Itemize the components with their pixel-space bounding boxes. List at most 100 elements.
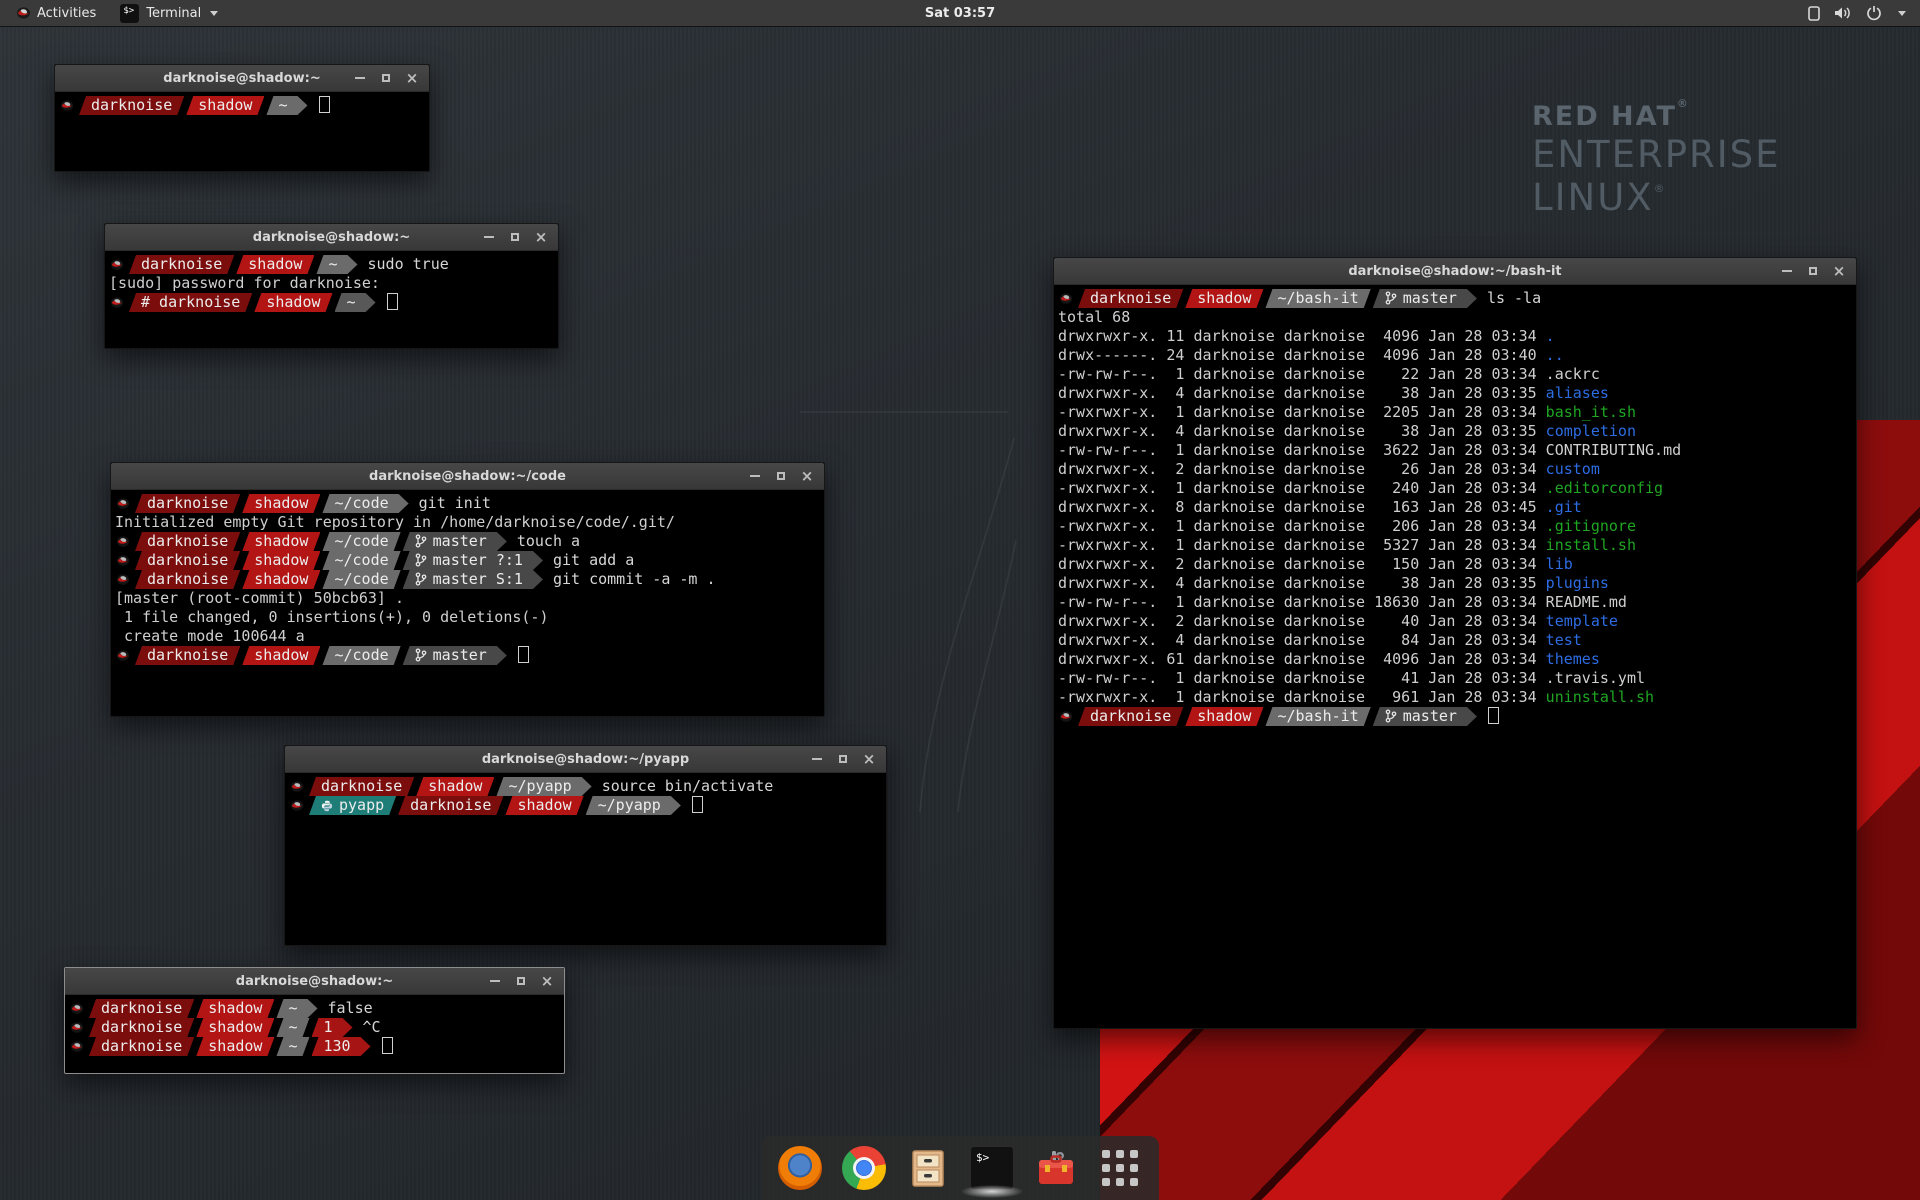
chrome-icon[interactable] (842, 1146, 886, 1190)
prompt-segment: shadow (242, 570, 320, 589)
dock: $> (761, 1136, 1159, 1200)
activities-label: Activities (37, 6, 96, 21)
terminal-output-line: -rwxrwxr-x. 1 darknoise darknoise 206 Ja… (1058, 517, 1856, 536)
terminal-output-line: drwxrwxr-x. 2 darknoise darknoise 40 Jan… (1058, 612, 1856, 631)
filename: .. (1546, 346, 1564, 364)
terminal-prompt-line: darknoiseshadow~/codegit init (115, 494, 824, 513)
command-text: source bin/activate (602, 777, 774, 795)
terminal-content[interactable]: darknoiseshadow~ (55, 92, 429, 115)
terminal-prompt-line: darknoiseshadow~/codemaster (115, 646, 824, 665)
close-button[interactable]: × (858, 749, 880, 769)
titlebar[interactable]: darknoise@shadow:~ × (65, 968, 564, 995)
terminal-content[interactable]: darknoiseshadow~sudo true[sudo] password… (105, 251, 558, 312)
prompt-segment: # darknoise (129, 293, 252, 312)
firefox-icon[interactable] (778, 1146, 822, 1190)
prompt-segment: shadow (1185, 289, 1263, 308)
minimize-button[interactable] (349, 68, 371, 88)
prompt-segment: ~/pyapp (496, 777, 591, 796)
prompt-segment: darknoise (135, 646, 240, 665)
close-button[interactable]: × (1828, 261, 1850, 281)
git-branch-icon (415, 648, 428, 667)
prompt-segment: shadow (416, 777, 494, 796)
running-indicator (961, 1185, 1023, 1198)
terminal-prompt-line: pyappdarknoiseshadow~/pyapp (289, 796, 886, 815)
prompt-segment: darknoise (89, 999, 194, 1018)
power-icon (1866, 5, 1882, 21)
minimize-button[interactable] (1776, 261, 1798, 281)
terminal-cursor (319, 96, 330, 113)
terminal-window-bash-it: darknoise@shadow:~/bash-it × darknoisesh… (1053, 257, 1857, 1029)
toolbox-icon[interactable] (1034, 1146, 1078, 1190)
prompt-segment: shadow (196, 999, 274, 1018)
prompt-segment: ~ (276, 1037, 309, 1056)
titlebar[interactable]: darknoise@shadow:~ × (55, 65, 429, 92)
prompt-segment: ~/code (322, 646, 400, 665)
prompt-segment: ~/bash-it (1265, 289, 1370, 308)
close-button[interactable]: × (536, 971, 558, 991)
terminal-window-code: darknoise@shadow:~/code × darknoiseshado… (110, 462, 825, 717)
titlebar[interactable]: darknoise@shadow:~/bash-it × (1054, 258, 1856, 285)
redhat-prompt-icon (60, 98, 75, 117)
terminal-output-line: -rw-rw-r--. 1 darknoise darknoise 18630 … (1058, 593, 1856, 612)
activities-button[interactable]: Activities (10, 0, 102, 26)
git-branch-icon (415, 572, 428, 591)
python-icon (321, 798, 334, 817)
close-button[interactable]: × (401, 68, 423, 88)
minimize-button[interactable] (744, 466, 766, 486)
minimize-button[interactable] (484, 971, 506, 991)
clock[interactable]: Sat 03:57 (0, 6, 1920, 21)
chevron-down-icon (210, 11, 218, 16)
terminal-cursor (692, 796, 703, 813)
prompt-segment: ~/code (322, 494, 408, 513)
titlebar[interactable]: darknoise@shadow:~/pyapp × (285, 746, 886, 773)
minimize-button[interactable] (806, 749, 828, 769)
terminal-output-line: -rw-rw-r--. 1 darknoise darknoise 3622 J… (1058, 441, 1856, 460)
window-title: darknoise@shadow:~/bash-it (1054, 264, 1856, 279)
prompt-segment: darknoise (129, 255, 234, 274)
filename: aliases (1546, 384, 1609, 402)
terminal-output-line: drwx------. 24 darknoise darknoise 4096 … (1058, 346, 1856, 365)
git-branch-icon (1385, 709, 1398, 728)
terminal-dock-icon[interactable]: $> (970, 1146, 1014, 1190)
redhat-prompt-icon (70, 1039, 85, 1058)
app-grid-icon[interactable] (1098, 1146, 1142, 1190)
minimize-button[interactable] (478, 227, 500, 247)
prompt-segment: shadow (1185, 707, 1263, 726)
terminal-output-line: -rw-rw-r--. 1 darknoise darknoise 22 Jan… (1058, 365, 1856, 384)
titlebar[interactable]: darknoise@shadow:~ × (105, 224, 558, 251)
system-status-area[interactable] (1808, 5, 1920, 21)
maximize-button[interactable] (510, 971, 532, 991)
file-manager-icon[interactable] (906, 1146, 950, 1190)
close-button[interactable]: × (530, 227, 552, 247)
prompt-segment: ~ (276, 999, 317, 1018)
redhat-prompt-icon (116, 648, 131, 667)
terminal-output-line: drwxrwxr-x. 4 darknoise darknoise 84 Jan… (1058, 631, 1856, 650)
prompt-segment: ~/bash-it (1265, 707, 1370, 726)
maximize-button[interactable] (1802, 261, 1824, 281)
top-bar: Activities $> Terminal Sat 03:57 (0, 0, 1920, 26)
close-button[interactable]: × (796, 466, 818, 486)
window-title: darknoise@shadow:~/code (111, 469, 824, 484)
prompt-segment: ~ (316, 255, 357, 274)
maximize-button[interactable] (504, 227, 526, 247)
app-menu-label: Terminal (146, 6, 201, 21)
terminal-prompt-line: darknoiseshadow~/codemaster ?:1git add a (115, 551, 824, 570)
terminal-output-line: drwxrwxr-x. 4 darknoise darknoise 38 Jan… (1058, 422, 1856, 441)
app-menu-terminal[interactable]: $> Terminal (110, 0, 228, 26)
git-branch-icon (415, 553, 428, 572)
maximize-button[interactable] (375, 68, 397, 88)
terminal-content[interactable]: darknoiseshadow~/codegit initInitialized… (111, 490, 824, 665)
prompt-segment: darknoise (1078, 707, 1183, 726)
terminal-content[interactable]: darknoiseshadow~/bash-itmasterls -latota… (1054, 285, 1856, 726)
maximize-button[interactable] (832, 749, 854, 769)
terminal-prompt-line: # darknoiseshadow~ (109, 293, 558, 312)
titlebar[interactable]: darknoise@shadow:~/code × (111, 463, 824, 490)
terminal-content[interactable]: darknoiseshadow~/pyappsource bin/activat… (285, 773, 886, 815)
terminal-prompt-line: darknoiseshadow~ (59, 96, 429, 115)
filename: .git (1546, 498, 1582, 516)
prompt-segment: shadow (236, 255, 314, 274)
maximize-button[interactable] (770, 466, 792, 486)
prompt-segment: ~ (266, 96, 307, 115)
terminal-content[interactable]: darknoiseshadow~falsedarknoiseshadow~1^C… (65, 995, 564, 1056)
terminal-cursor (518, 646, 529, 663)
